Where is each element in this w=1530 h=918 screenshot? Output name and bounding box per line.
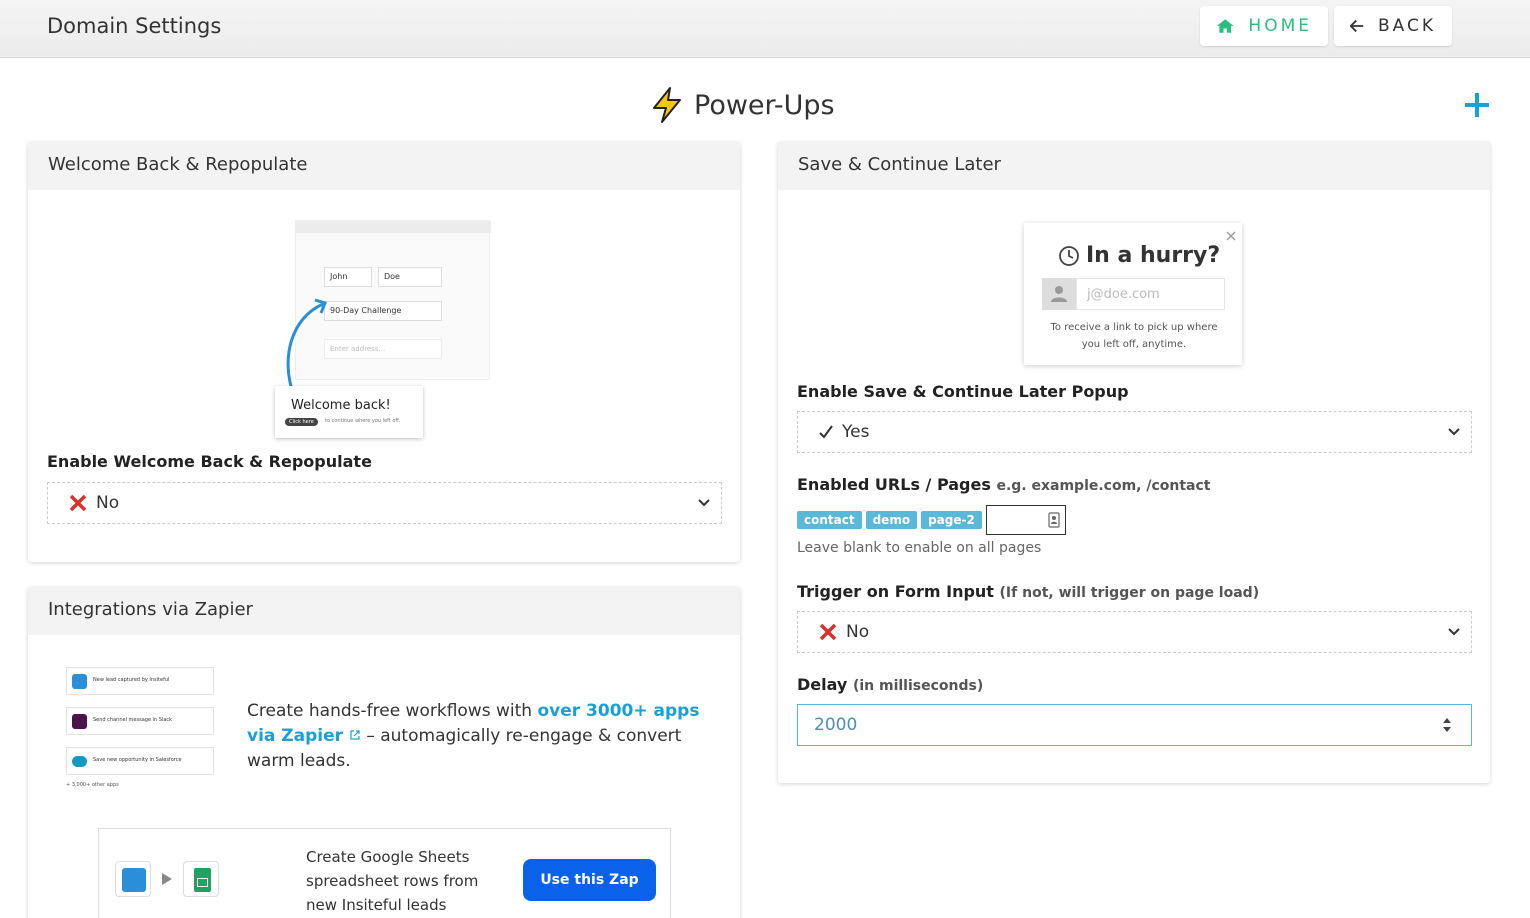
urls-hint: Leave blank to enable on all pages [797,540,1042,556]
power-ups-label: Power-Ups [694,89,835,121]
preview-last-name: Doe [378,267,442,287]
top-bar: Domain Settings HOME BACK [0,0,1530,58]
arrow-left-icon [1350,19,1364,33]
add-icon[interactable] [1462,90,1492,120]
page-header-title: Domain Settings [47,14,222,38]
workflow-step-text: Send channel message in Slack [93,717,173,723]
enabled-urls-example: e.g. example.com, /contact [996,478,1211,494]
zap-template: Create Google Sheets spreadsheet rows fr… [98,828,671,918]
home-icon [1216,19,1234,33]
workflow-step: Save new opportunity in Salesforce [66,747,214,775]
preview-email: Enter address... [324,339,442,359]
clock-icon [1059,246,1079,266]
home-button[interactable]: HOME [1200,6,1328,46]
welcome-back-preview: John Doe 90-Day Challenge Enter address.… [273,218,493,440]
enable-welcome-back-select[interactable]: No [47,482,722,524]
url-tag[interactable]: page-2 [921,511,982,529]
workflow-step-text: New lead captured by Insiteful [93,677,170,683]
workflow-step: Send channel message in Slack [66,707,214,735]
external-link-icon [350,730,360,740]
delay-value: 2000 [814,715,858,735]
zapier-card: Integrations via Zapier New lead capture… [28,587,740,918]
welcome-back-title: Welcome Back & Repopulate [28,142,740,190]
delay-input[interactable]: 2000 [797,704,1472,746]
x-mark-icon [819,623,837,641]
url-tags: contact demo page-2 [797,505,1066,535]
enabled-urls-label: Enabled URLs / Pages e.g. example.com, /… [797,475,1211,494]
contact-card-icon [1048,512,1060,528]
chevron-down-icon [698,499,710,507]
trigger-value: No [846,622,870,642]
insiteful-icon [72,674,87,689]
delay-label: Delay (in milliseconds) [797,675,983,694]
popup-title: Welcome back! [291,398,391,413]
use-zap-button[interactable]: Use this Zap [523,859,656,901]
popup-text: to continue where you left off. [325,418,401,424]
trigger-label: Trigger on Form Input (If not, will trig… [797,582,1259,601]
trigger-sub: (If not, will trigger on page load) [999,585,1260,601]
insiteful-app-icon [115,861,151,897]
enabled-urls-text: Enabled URLs / Pages [797,475,991,494]
power-ups-title: Power-Ups [650,86,835,124]
workflow-step-text: Save new opportunity in Salesforce [93,757,182,763]
delay-text: Delay [797,675,848,694]
preview-email-input: j@doe.com [1076,278,1225,310]
trigger-text: Trigger on Form Input [797,582,994,601]
play-arrow-icon [162,873,172,885]
enable-save-continue-value: Yes [842,422,870,442]
zap-description: Create Google Sheets spreadsheet rows fr… [306,848,479,914]
welcome-back-card: Welcome Back & Repopulate John Doe 90-Da… [28,142,740,562]
enable-welcome-back-value: No [96,493,120,513]
enable-save-continue-select[interactable]: Yes [797,411,1472,453]
x-mark-icon [69,494,87,512]
save-continue-title: Save & Continue Later [778,142,1490,190]
preview-text: To receive a link to pick up where you l… [1034,319,1234,353]
slack-icon [72,714,87,729]
preview-heading: In a hurry? [1086,243,1221,268]
url-tag[interactable]: demo [865,511,918,529]
trigger-select[interactable]: No [797,611,1472,653]
back-label: BACK [1377,16,1436,36]
enable-welcome-back-label: Enable Welcome Back & Repopulate [47,452,372,471]
url-tag[interactable]: contact [797,511,862,529]
zapier-description: Create hands-free workflows with over 30… [247,699,722,774]
user-icon [1042,278,1076,310]
workflow-step: New lead captured by Insiteful [66,667,214,695]
zapier-text-before: Create hands-free workflows with [247,701,538,721]
close-icon [1226,231,1236,241]
home-label: HOME [1248,16,1312,36]
chevron-down-icon [1448,428,1460,436]
google-sheets-icon [183,861,219,897]
spinner-arrows-icon[interactable] [1441,716,1453,734]
lightning-icon [653,87,681,123]
welcome-back-popup: Welcome back! Click here to continue whe… [275,386,423,438]
preview-text-line2: you left off, anytime. [1081,339,1187,350]
preview-text-line1: To receive a link to pick up where [1050,322,1218,333]
zapier-workflow-preview: New lead captured by Insiteful Send chan… [66,667,216,797]
salesforce-icon [72,756,87,767]
curve-arrow-icon [286,298,328,394]
preview-first-name: John [324,267,372,287]
save-continue-preview: In a hurry? j@doe.com To receive a link … [1024,223,1242,365]
check-icon [819,425,833,439]
enable-save-continue-label: Enable Save & Continue Later Popup [797,382,1129,401]
popup-click-here: Click here [285,418,318,426]
workflow-more-apps: + 3,000+ other apps [66,782,119,788]
save-continue-card: Save & Continue Later In a hurry? j@doe.… [778,142,1490,783]
delay-sub: (in milliseconds) [852,678,984,694]
zapier-title: Integrations via Zapier [28,587,740,635]
url-tag-input[interactable] [985,505,1066,535]
chevron-down-icon [1448,628,1460,636]
preview-program: 90-Day Challenge [324,301,442,321]
back-button[interactable]: BACK [1334,6,1452,46]
